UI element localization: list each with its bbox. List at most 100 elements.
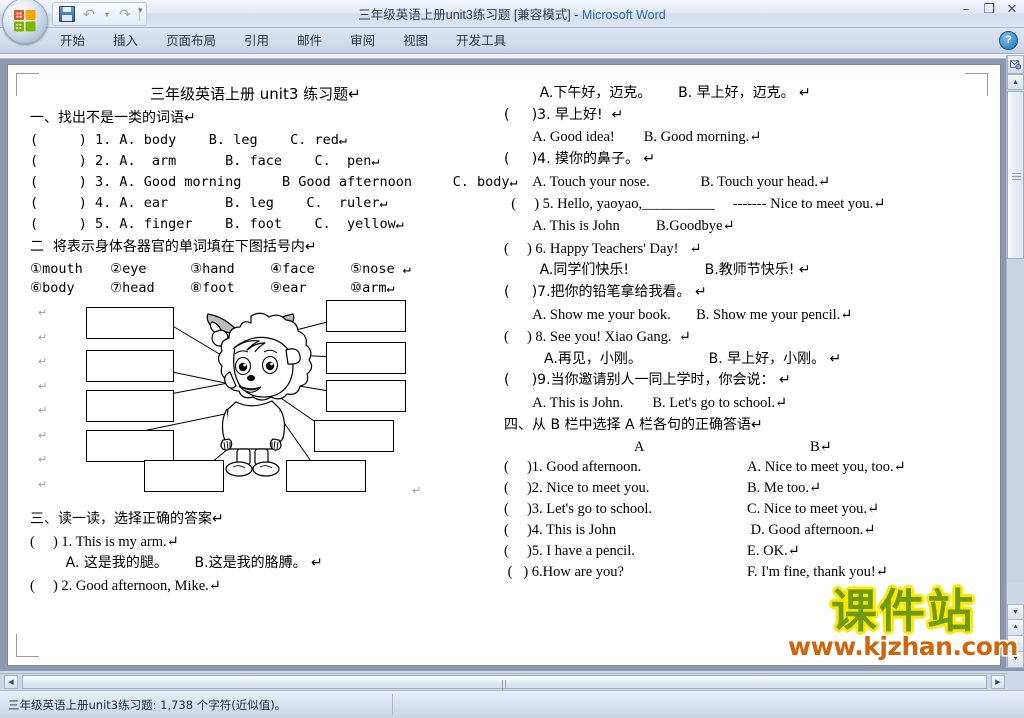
section2-word-row-1: ①mouth ②eye ③hand ④face ⑤nose ↵ [30,261,500,277]
answer-box-left-1[interactable] [86,307,174,340]
scroll-left-button[interactable]: ◀ [4,675,18,689]
word-1-mouth: ①mouth [30,261,83,278]
word-application-window: ↶ ▾ ↷ ▾ 三年级英语上册unit3练习题 [兼容模式] - Microso… [0,0,1024,718]
status-bar: 三年级英语上册unit3练习题: 1,738 个字符(近似值)。 [0,690,1024,718]
document-page[interactable]: 三年级英语上册 unit3 练习题↵ 一、找出不是一类的词语↵ ( ) 1. A… [8,65,1000,665]
match-b-3: C. Nice to meet you.↵ [747,501,880,518]
tab-review[interactable]: 审阅 [336,26,389,53]
horizontal-scroll-thumb[interactable] [22,675,987,696]
match-a-1: ( )1. Good afternoon. [504,459,642,476]
scroll-right-button[interactable]: ▶ [991,675,1005,689]
right-line-11: A. Show me your book. B. Show me your pe… [504,306,853,323]
right-line-2: ( )3. 早上好! ↵ [504,106,624,123]
match-b-1: A. Nice to meet you, too.↵ [747,459,906,476]
match-b-5: E. OK.↵ [747,543,800,560]
section1-item-2: ( ) 2. A. arm B. face C. pen↵ [30,152,380,169]
right-line-15: A. This is John. B. Let's go to school.↵ [504,395,788,412]
document-content: 三年级英语上册 unit3 练习题↵ 一、找出不是一类的词语↵ ( ) 1. A… [8,65,1000,665]
status-word-count: 三年级英语上册unit3练习题: 1,738 个字符(近似值)。 [8,697,287,712]
word-8-foot: ⑧foot [190,280,235,297]
select-browse-object-button[interactable]: ◎ [1007,636,1024,652]
match-row: ( )3. Let's go to school. C. Nice to mee… [504,498,984,519]
section1-heading: 一、找出不是一类的词语↵ [30,110,196,127]
minimize-button[interactable]: – [958,2,974,17]
scroll-up-button[interactable]: ▲ [1007,74,1024,90]
answer-box-right-3[interactable] [326,380,406,413]
horizontal-scrollbar[interactable]: ◀ ▶ [0,673,1007,696]
section3-heading: 三、读一读，选择正确的答案↵ [30,511,224,528]
match-row: ( )5. I have a pencil. E. OK.↵ [504,540,984,561]
match-b-6: F. I'm fine, thank you!↵ [747,564,888,581]
match-a-6: ( ) 6.How are you? [504,564,624,581]
match-row: ( )1. Good afternoon. A. Nice to meet yo… [504,456,984,477]
tab-developer[interactable]: 开发工具 [442,26,520,53]
tab-page-layout[interactable]: 页面布局 [152,26,230,53]
vertical-scroll-track[interactable] [1007,91,1024,582]
tab-mailings[interactable]: 邮件 [283,26,336,53]
section3-line-1: ( ) 1. This is my arm.↵ [30,533,179,550]
document-right-column: A.下午好，迈克。 B. 早上好，迈克。 ↵ ( )3. 早上好! ↵ A. G… [504,83,984,582]
tab-insert[interactable]: 插入 [99,26,152,53]
document-title: 三年级英语上册unit3练习题 [兼容模式] [358,8,571,22]
body-parts-figure[interactable]: ↵ ↵ ↵ ↵ ↵ ↵ ↵ ↵ ↵ [30,300,500,507]
close-button[interactable]: ✕ [1004,2,1020,17]
section4-heading: 四、从 B 栏中选择 A 栏各句的正确答语↵ [504,416,763,433]
page-title: 三年级英语上册 unit3 练习题↵ [150,85,361,103]
word-7-head: ⑦head [110,280,155,297]
right-line-8: ( ) 6. Happy Teachers' Day! ↵ [504,240,702,257]
answer-box-left-4[interactable] [86,430,174,463]
match-row: ( ) 6.How are you? F. I'm fine, thank yo… [504,561,984,582]
section2-word-row-2: ⑥body ⑦head ⑧foot ⑨ear ⑩arm↵ [30,280,500,296]
section3-line-2: A. 这是我的腿。 B.这是我的胳膊。 ↵ [30,555,323,572]
window-title: 三年级英语上册unit3练习题 [兼容模式] - Microsoft Word [0,4,1024,23]
tab-view[interactable]: 视图 [389,26,442,53]
answer-box-bottom-1[interactable] [144,460,224,493]
tab-home[interactable]: 开始 [46,26,99,53]
previous-page-button[interactable]: ⯅ [1007,620,1024,636]
right-line-12: ( ) 8. See you! Xiao Gang. ↵ [504,329,691,346]
paragraph-mark: ↵ [412,485,422,498]
match-b-2: B. Me too.↵ [747,480,822,497]
answer-box-left-2[interactable] [86,350,174,383]
word-3-hand: ③hand [190,261,235,278]
match-a-5: ( )5. I have a pencil. [504,543,635,560]
title-separator: - [574,8,579,22]
restore-button[interactable]: ❐ [981,2,997,17]
document-left-column: 三年级英语上册 unit3 练习题↵ 一、找出不是一类的词语↵ ( ) 1. A… [30,83,518,598]
right-line-4: ( )4. 摸你的鼻子。 ↵ [504,150,656,167]
match-a-2: ( )2. Nice to meet you. [504,480,650,497]
right-line-5: A. Touch your nose. B. Touch your head.↵ [504,173,831,190]
word-4-face: ④face [270,261,315,278]
browse-object-icon[interactable] [1007,55,1024,74]
window-controls: – ❐ ✕ [958,2,1020,17]
match-a-3: ( )3. Let's go to school. [504,501,652,518]
answer-box-right-1[interactable] [326,300,406,333]
right-line-7: A. This is John B.Goodbye↵ [504,218,735,235]
help-icon[interactable]: ? [999,31,1018,50]
match-row: ( )2. Nice to meet you. B. Me too.↵ [504,477,984,498]
answer-box-right-4[interactable] [314,420,394,453]
right-line-13: A.再见，小刚。 B. 早上好，小刚。 ↵ [504,350,842,367]
word-9-ear: ⑨ear [270,280,307,297]
vertical-scroll-bottom-group: ▼ ⯅ ◎ ⯆ [1007,604,1024,668]
section1-item-4: ( ) 4. A. ear B. leg C. ruler↵ [30,194,388,211]
section1-item-3: ( ) 3. A. Good morning B Good afternoon … [30,173,518,190]
vertical-scrollbar[interactable]: ▲ ▼ ⯅ ◎ ⯆ [1006,55,1024,668]
answer-box-right-2[interactable] [326,342,406,375]
answer-box-left-3[interactable] [86,390,174,423]
match-a-4: ( )4. This is John [504,522,617,539]
scroll-down-button[interactable]: ▼ [1007,604,1024,620]
office-button[interactable] [2,0,48,44]
ribbon-tab-strip: 开始 插入 页面布局 引用 邮件 审阅 视图 开发工具 ? [0,28,1024,54]
right-line-10: ( )7.把你的铅笔拿给我看。 ↵ [504,284,707,301]
next-page-button[interactable]: ⯆ [1007,652,1024,668]
word-6-body: ⑥body [30,280,75,297]
document-workspace: 三年级英语上册 unit3 练习题↵ 一、找出不是一类的词语↵ ( ) 1. A… [0,59,1024,671]
scroll-grip-icon [1012,171,1021,180]
tab-references[interactable]: 引用 [230,26,283,53]
section3-line-3: ( ) 2. Good afternoon, Mike.↵ [30,578,221,595]
vertical-scroll-thumb[interactable] [1007,91,1024,259]
section4-column-headers: A B↵ [504,436,984,456]
section1-item-1: ( ) 1. A. body B. leg C. red↵ [30,131,347,148]
answer-box-bottom-2[interactable] [286,460,366,493]
